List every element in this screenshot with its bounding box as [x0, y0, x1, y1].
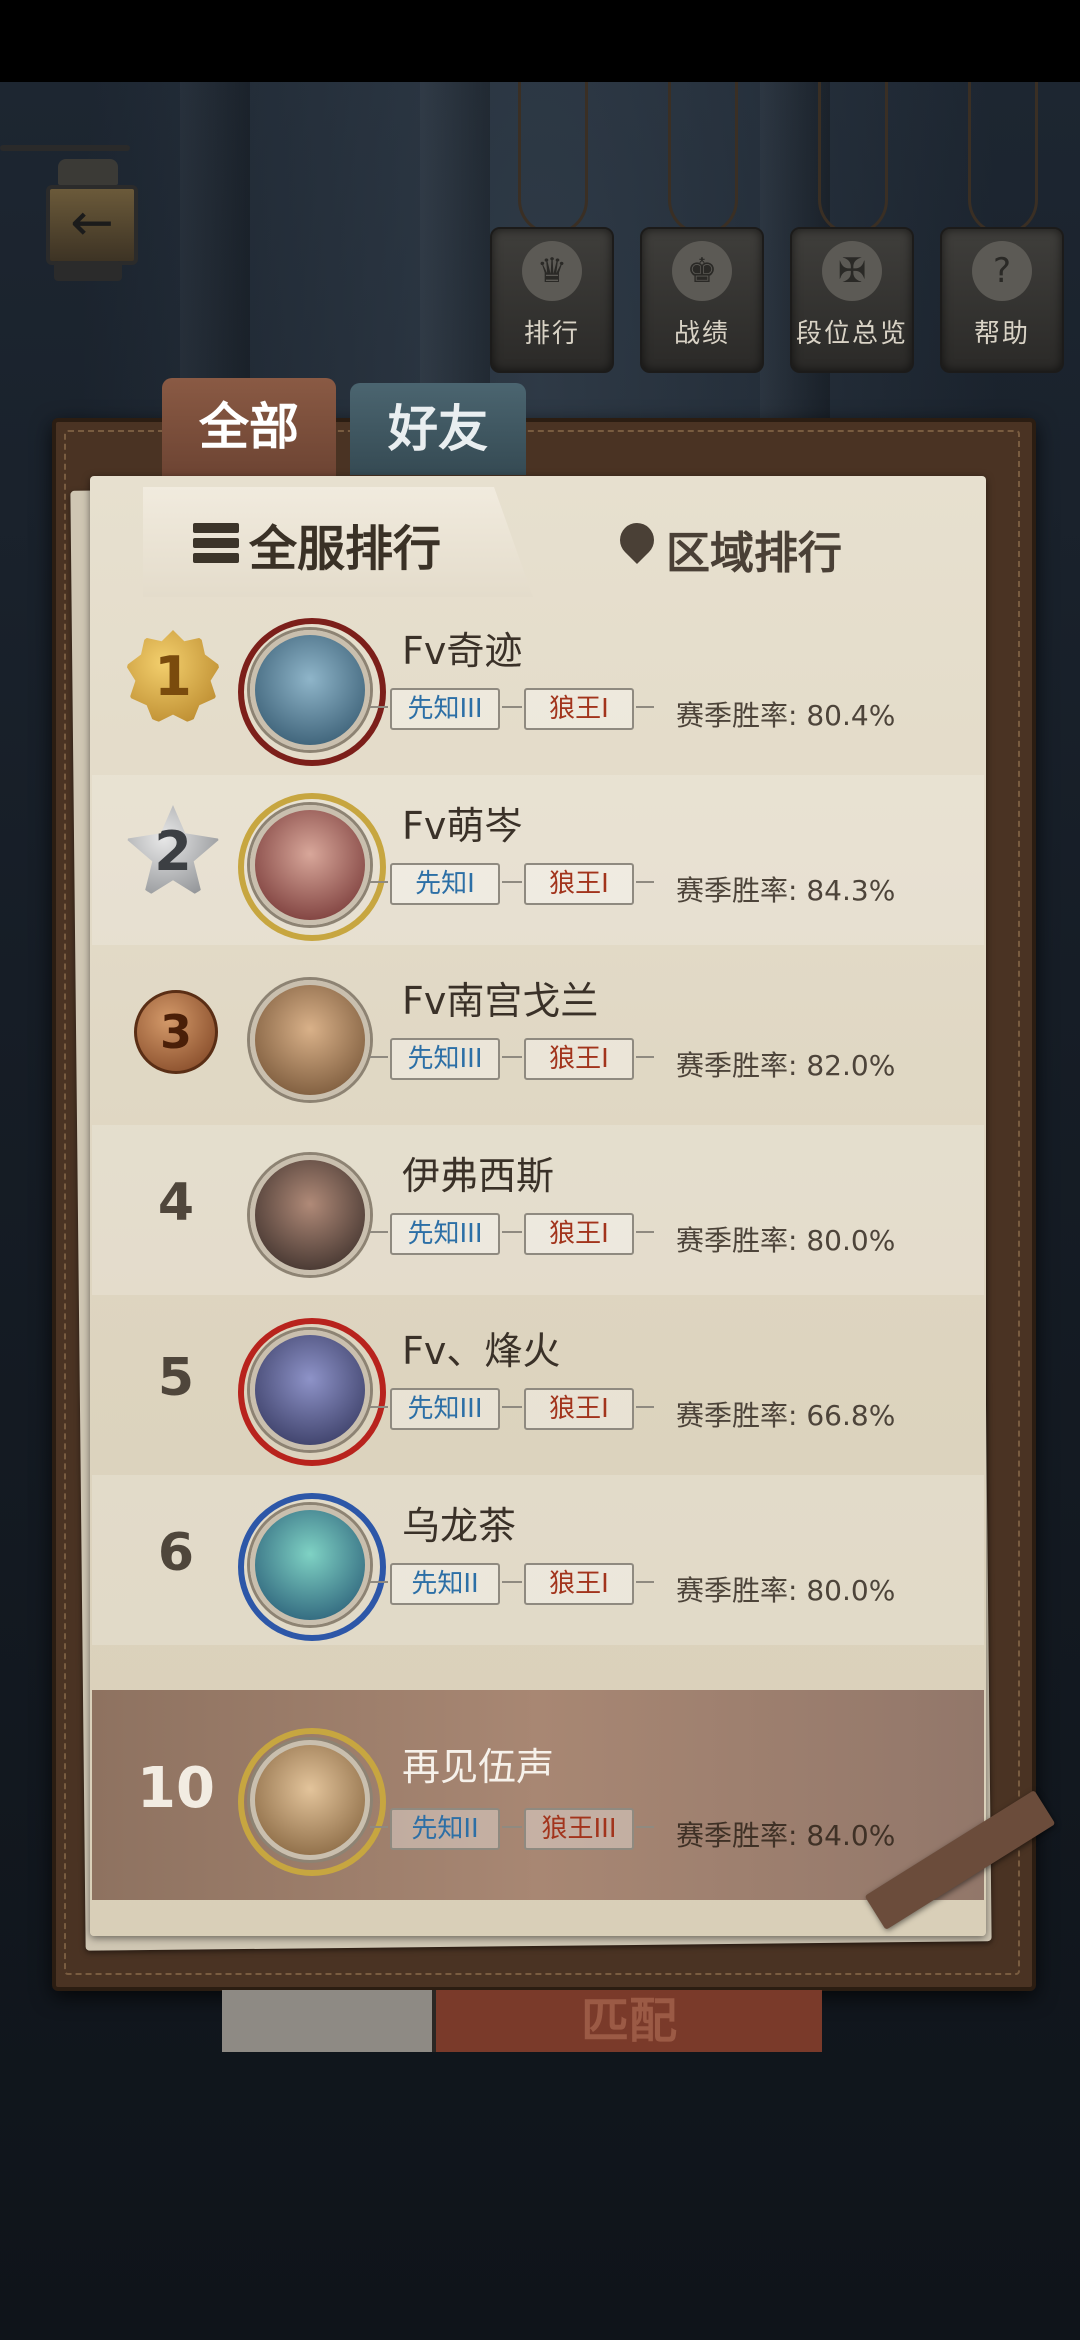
- season-winrate: 赛季胜率: 82.0%: [676, 1049, 896, 1082]
- scroll-help-icon: ?: [972, 241, 1032, 301]
- avatar[interactable]: [250, 1155, 370, 1275]
- list-icon: [193, 523, 239, 563]
- season-winrate: 赛季胜率: 84.3%: [676, 874, 896, 907]
- tier-badge-survivor: 先知I: [370, 863, 520, 905]
- tier-badge-hunter: 狼王I: [504, 1563, 654, 1605]
- tier-badge-survivor: 先知III: [370, 1213, 520, 1255]
- bottom-bar: 匹配: [222, 1990, 822, 2052]
- avatar[interactable]: [250, 805, 370, 925]
- bottom-left-panel: [222, 1990, 432, 2052]
- ranking-row[interactable]: 1 Fv奇迹 先知III 狼王I 赛季胜率: 80.4%: [92, 600, 984, 770]
- status-bar: [0, 0, 1080, 82]
- season-winrate: 赛季胜率: 66.8%: [676, 1399, 896, 1432]
- season-winrate: 赛季胜率: 84.0%: [676, 1819, 896, 1852]
- avatar[interactable]: [250, 1740, 370, 1860]
- trophy-icon: ♛: [522, 241, 582, 301]
- subtab-region-ranking[interactable]: 区域排行: [610, 505, 870, 585]
- tab-all[interactable]: 全部: [162, 378, 336, 476]
- tier-badge-hunter: 狼王I: [504, 1388, 654, 1430]
- tier-overview-button[interactable]: ✠ 段位总览: [790, 82, 914, 373]
- bronze-medal-icon: 3: [134, 990, 218, 1074]
- avatar[interactable]: [250, 630, 370, 750]
- location-pin-icon: [612, 515, 662, 565]
- ranking-row[interactable]: 5 Fv、烽火 先知III 狼王I 赛季胜率: 66.8%: [92, 1300, 984, 1470]
- tier-badge-survivor: 先知III: [370, 1388, 520, 1430]
- help-button[interactable]: ? 帮助: [940, 82, 1064, 373]
- ranking-row[interactable]: 3 Fv南宫戈兰 先知III 狼王I 赛季胜率: 82.0%: [92, 950, 984, 1120]
- tier-badge-survivor: 先知III: [370, 688, 520, 730]
- player-name: 再见伍声: [402, 1745, 555, 1789]
- tier-badge-hunter: 狼王I: [504, 1038, 654, 1080]
- ranking-row[interactable]: 4 伊弗西斯 先知III 狼王I 赛季胜率: 80.0%: [92, 1125, 984, 1295]
- tier-badge-hunter: 狼王I: [504, 863, 654, 905]
- rank-number: 5: [157, 1348, 195, 1408]
- my-rank-number: 10: [137, 1756, 215, 1821]
- player-name: 伊弗西斯: [402, 1154, 555, 1198]
- gold-medal-icon: 1: [126, 630, 220, 724]
- record-button[interactable]: ♚ 战绩: [640, 82, 764, 373]
- ranking-list[interactable]: 1 Fv奇迹 先知III 狼王I 赛季胜率: 80.4% 2 Fv萌岑 先知I …: [92, 600, 984, 1680]
- tier-badge-survivor: 先知II: [370, 1808, 520, 1850]
- season-winrate: 赛季胜率: 80.0%: [676, 1574, 896, 1607]
- tier-badge-hunter: 狼王I: [504, 688, 654, 730]
- player-name: Fv、烽火: [402, 1329, 561, 1373]
- avatar[interactable]: [250, 1505, 370, 1625]
- back-arrow-icon: ←: [70, 193, 114, 253]
- back-button[interactable]: ←: [0, 145, 140, 295]
- player-name: 乌龙茶: [402, 1504, 517, 1548]
- silver-medal-icon: 2: [126, 805, 220, 899]
- rank-number: 4: [157, 1173, 195, 1233]
- tier-badge-hunter: 狼王I: [504, 1213, 654, 1255]
- avatar[interactable]: [250, 1330, 370, 1450]
- tab-friends[interactable]: 好友: [350, 383, 526, 475]
- season-winrate: 赛季胜率: 80.4%: [676, 699, 896, 732]
- player-name: Fv奇迹: [402, 629, 523, 673]
- subtab-global-ranking[interactable]: 全服排行: [143, 487, 533, 597]
- ranking-row[interactable]: 2 Fv萌岑 先知I 狼王I 赛季胜率: 84.3%: [92, 775, 984, 945]
- my-ranking-row[interactable]: 10 再见伍声 先知II 狼王III 赛季胜率: 84.0%: [92, 1690, 984, 1900]
- match-button[interactable]: 匹配: [436, 1990, 822, 2052]
- player-name: Fv南宫戈兰: [402, 979, 599, 1023]
- season-winrate: 赛季胜率: 80.0%: [676, 1224, 896, 1257]
- tier-badge-survivor: 先知II: [370, 1563, 520, 1605]
- crown-icon: ♚: [672, 241, 732, 301]
- avatar[interactable]: [250, 980, 370, 1100]
- rank-number: 6: [157, 1523, 195, 1583]
- ranking-row[interactable]: 6 乌龙茶 先知II 狼王I 赛季胜率: 80.0%: [92, 1475, 984, 1645]
- sword-emblem-icon: ✠: [822, 241, 882, 301]
- tier-badge-hunter: 狼王III: [504, 1808, 654, 1850]
- rank-button[interactable]: ♛ 排行: [490, 82, 614, 373]
- tier-badge-survivor: 先知III: [370, 1038, 520, 1080]
- player-name: Fv萌岑: [402, 804, 523, 848]
